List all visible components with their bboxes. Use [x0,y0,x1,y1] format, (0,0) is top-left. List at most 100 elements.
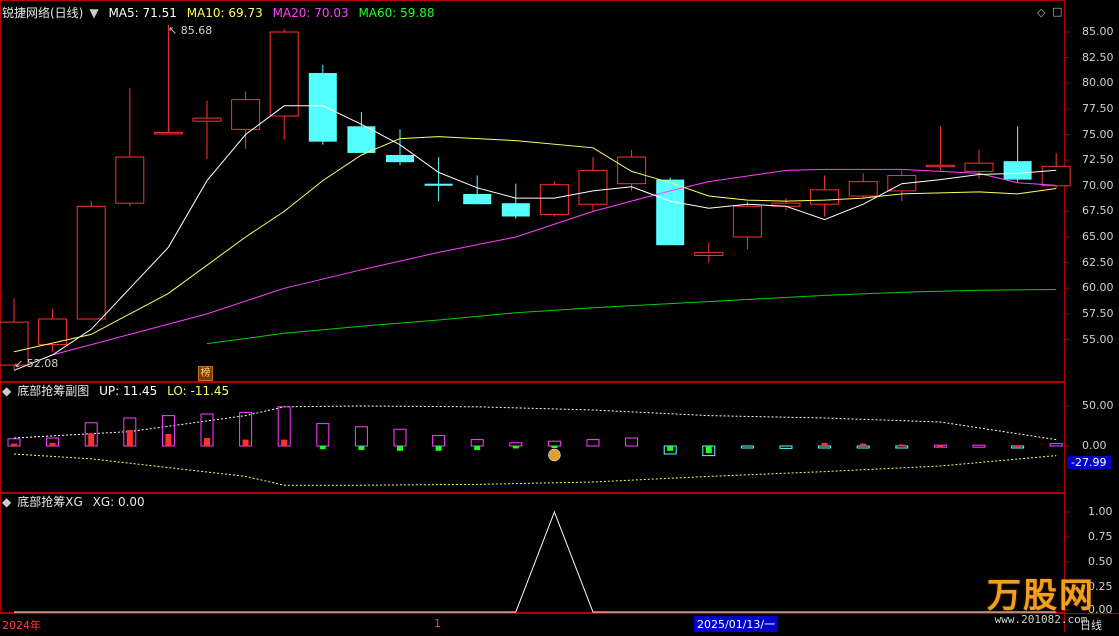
sub2-title[interactable]: 底部抢筹XG [17,495,83,509]
stock-title[interactable]: 锐捷网络(日线) [2,6,83,20]
sub1-bar [856,445,870,449]
ma10-legend: MA10: 69.73 [186,6,263,20]
dropdown-triangle-icon[interactable]: ▼ [89,6,98,20]
sub1-inner-bar [49,442,56,446]
candle-body-up [231,99,261,130]
candle-body-up [810,189,840,205]
sub1-tick-label: 0.00 [1082,439,1107,452]
sub1-inner-bar [358,446,365,450]
sub2-panel-header: ◆ 底部抢筹XG XG: 0.00 [2,495,151,509]
stock-chart-window[interactable]: 锐捷网络(日线) ▼ MA5: 71.51 MA10: 69.73 MA20: 7… [0,0,1119,632]
candle-body-up [694,251,724,256]
sub1-bar [354,426,368,447]
ma60-legend: MA60: 59.88 [358,6,435,20]
candle-body-up [539,184,569,215]
ranking-badge-icon[interactable]: 榜 [198,366,213,381]
sub1-inner-bar [126,430,133,446]
square-icon[interactable]: □ [1052,5,1062,18]
sub1-inner-bar [397,446,403,451]
sub1-bar [509,442,523,447]
price-tick-label: 65.00 [1082,230,1114,243]
high-price-label: ↖ 85.68 [168,24,213,37]
candle-body-down [1003,161,1032,180]
brand-watermark: 万股网 www.201082.com [987,568,1095,626]
sub1-inner-bar [898,444,905,447]
candle-body-down [308,73,337,142]
brand-logo-text: 万股网 [987,576,1095,616]
sub2-xg-value: XG: 0.00 [92,495,145,509]
candle-body-up [1041,165,1071,187]
sub1-bar [740,445,754,449]
sub1-inner-bar [88,433,95,446]
sub2-tick-label: 0.75 [1088,530,1113,543]
candle-body-up [269,31,299,117]
sub2-panel-frame [0,493,1065,613]
candle-body-down [656,179,685,246]
sub2-tick-label: 1.00 [1088,505,1113,518]
sub1-bar [779,445,793,449]
candle-body-down [463,193,492,205]
sub1-inner-bar [474,446,481,450]
money-bag-icon [548,448,561,462]
ma60-line [206,289,1057,345]
low-price-label: ↙ 52.08 [14,357,59,370]
sub1-inner-bar [551,446,558,448]
sub1-tick-label: 50.00 [1082,399,1114,412]
candle-body-up [732,205,762,238]
candle-body-up [76,205,106,320]
sub1-options-icon[interactable]: ◆ [2,384,11,398]
xg-signal-line [14,510,1057,613]
sub1-inner-bar [281,439,288,446]
sub1-inner-bar [937,445,944,448]
main-panel-header: 锐捷网络(日线) ▼ MA5: 71.51 MA10: 69.73 MA20: 7… [2,6,440,20]
sub1-bar [470,439,484,447]
sub1-bar [547,440,561,447]
year-label: 2024年 [2,619,41,632]
sub1-inner-bar [242,439,249,446]
sub1-inner-bar [11,443,17,446]
price-tick-label: 85.00 [1082,25,1114,38]
candle-body-down [424,183,453,186]
candle-body-up [848,181,878,197]
chart-canvas[interactable] [0,0,1119,632]
sub1-inner-bar [512,446,519,449]
price-tick-label: 67.50 [1082,204,1114,218]
candle-body-up [925,164,955,168]
price-tick-label: 57.50 [1082,306,1114,320]
month-marker-label: 1 [434,617,441,630]
sub1-bar [432,435,446,447]
sub1-lo-value: LO: -11.45 [167,384,230,398]
candle-body-down [501,203,530,217]
candle-body-up [192,117,222,122]
price-tick-label: 80.00 [1082,76,1114,90]
sub1-inner-bar [821,442,828,446]
ma5-line [13,105,1057,371]
sub1-bar [972,444,986,448]
candle-body-down [386,155,414,163]
sub1-up-value: UP: 11.45 [99,384,158,398]
candle-body-up [578,169,608,205]
ma5-legend: MA5: 71.51 [108,6,177,20]
candle-body-up [153,131,183,135]
brand-url: www.201082.com [994,613,1088,626]
sub1-inner-bar [435,446,442,451]
sub2-tick-label: 0.50 [1088,555,1113,568]
diamond-icon[interactable]: ◇ [1037,6,1045,19]
price-tick-label: 75.00 [1082,127,1114,141]
sub2-options-icon[interactable]: ◆ [2,495,11,509]
sub1-inner-bar [667,446,674,451]
price-tick-label: 70.00 [1082,178,1114,192]
sub1-inner-bar [165,434,172,446]
sub1-inner-bar [1014,445,1021,448]
sub1-panel-frame [0,382,1065,493]
price-tick-label: 55.00 [1082,332,1114,346]
sub1-panel-header: ◆ 底部抢筹副图 UP: 11.45 LO: -11.45 [2,384,235,398]
sub1-bar [586,439,600,447]
price-tick-label: 62.50 [1082,255,1114,269]
candle-body-up [617,156,647,185]
sub1-inner-bar [860,443,867,446]
cursor-date-label: 2025/01/13/一 [694,616,779,632]
price-tick-label: 82.50 [1082,50,1114,64]
sub1-title[interactable]: 底部抢筹副图 [17,384,89,398]
candle-body-up [115,156,145,204]
